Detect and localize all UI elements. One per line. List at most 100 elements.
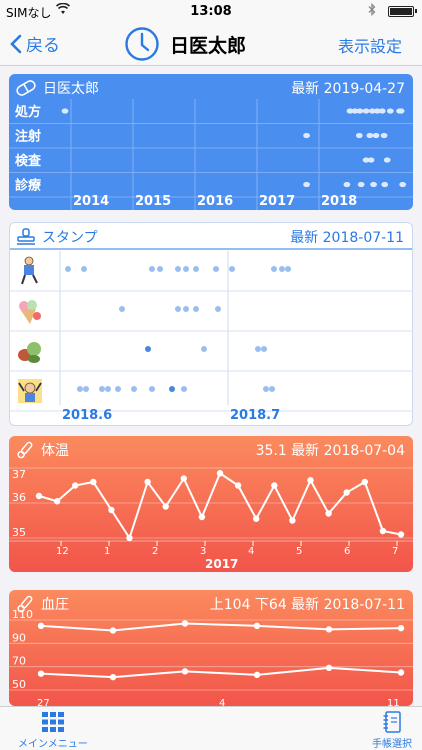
event-dot [303,132,310,139]
temp-point [361,478,368,486]
summary-card[interactable]: 処方 注射 検査 診療 2014 2015 2016 2017 2018 日医太郎 最新 201… [9,74,413,210]
blood-pressure-card[interactable]: 110 90 70 50 27 4 11 血圧 上104 下64 最新 2018-07-11 [9,590,413,706]
bp-point [253,671,261,679]
row-label-0: 処方 [14,104,41,120]
temp-point [271,482,278,489]
summary-card-header: 日医太郎 最新 2019-04-27 [9,74,413,98]
stamp-dot [169,386,175,392]
year-label: 2014 [73,194,109,209]
stamp-dot [81,266,87,272]
pill-icon [16,80,36,96]
event-dot [61,108,69,114]
stamp-dot [285,266,291,272]
temperature-card[interactable]: 37 36 35 12 1 2 3 4 5 6 7 2017 体温 35.1 最新 2018-07-0… [9,436,413,572]
status-bar: SIMなし 13:08 [0,0,422,22]
bp-point [325,626,333,633]
thermometer-icon [17,595,33,613]
navigation-bar: 戻る 日医太郎 表示設定 [0,22,422,66]
stamp-dot [193,306,199,312]
event-dot [355,132,363,139]
bp-point [181,668,189,675]
temp-x-tick: 12 [56,546,69,557]
grid-icon [41,712,64,732]
temperature-card-latest: 35.1 最新 2018-07-04 [255,443,405,459]
bp-x-tick: 11 [387,698,400,706]
event-dot [397,108,405,114]
summary-card-latest: 最新 2019-04-27 [291,81,405,97]
event-dot [378,108,386,114]
temperature-card-header: 体温 35.1 最新 2018-07-04 [9,436,413,460]
temp-point [379,527,387,535]
bp-point [37,670,45,677]
temp-point [144,478,151,486]
stamp-dot [131,386,137,392]
stamp-card[interactable]: 2018.6 2018.7 スタンプ 最新 2018-07-11 [9,222,413,426]
stamp-dot [99,386,105,392]
event-dot [367,157,375,163]
temp-point [180,475,187,482]
page-title: 日医太郎 [170,34,247,57]
back-button[interactable]: 戻る [10,31,60,56]
stamp-timeline: 2018.6 2018.7 [10,248,412,423]
nav-title-group: 日医太郎 [124,26,246,62]
stamp-dot [145,346,151,352]
summary-card-title: 日医太郎 [43,81,99,97]
stamp-dot [215,306,221,312]
bp-line-1 [40,666,402,679]
stamp-dot [175,306,181,312]
stamp-dot [149,386,155,392]
temp-point [72,482,79,489]
temp-point [307,477,314,484]
temp-point [325,510,332,517]
bp-point [397,669,405,676]
temp-point [216,470,224,477]
stamp-dot [115,386,121,392]
notebook-select-tab[interactable]: 手帳選択 [372,711,412,750]
event-dot [357,181,365,188]
bp-y-tick: 50 [12,678,26,691]
stamp-dot [255,346,261,352]
temp-x-tick: 7 [392,546,398,557]
bp-point [325,664,333,672]
temp-x-tick: 2 [152,546,158,557]
event-dot [303,181,310,188]
bp-line-0 [40,622,402,632]
bp-point [253,622,261,630]
temp-point [35,492,43,500]
row-label-3: 診療 [15,178,42,194]
temp-y-tick: 35 [12,526,26,539]
year-label: 2015 [135,194,171,209]
blood-pressure-card-title: 血圧 [41,597,69,613]
tab-bar: メインメニュー 手帳選択 [0,706,422,750]
stamp-dot [193,266,199,272]
bp-y-tick: 90 [12,631,26,644]
year-label: 2017 [259,194,295,209]
back-button-label: 戻る [26,36,60,56]
stamp-dot [157,266,163,272]
stamp-dot [77,386,83,392]
bp-point [109,627,117,634]
thermometer-icon [17,441,33,459]
event-dot [383,157,391,163]
month-label: 2018.6 [62,408,112,423]
event-dot [343,181,351,188]
temp-x-tick: 3 [200,546,206,557]
stamp-dot [65,266,71,272]
stamp-card-latest: 最新 2018-07-11 [290,230,404,246]
event-dot [372,132,380,139]
event-dot [381,181,389,188]
stamp-dot [229,266,235,272]
ice-cream-icon [19,300,41,324]
event-dot [370,181,377,188]
temp-point [397,531,405,538]
display-settings-button[interactable]: 表示設定 [338,33,402,57]
stamp-dot [181,386,187,392]
temp-point [198,513,206,521]
bp-point [181,620,189,627]
stamp-dot [213,266,219,272]
main-menu-tab[interactable]: メインメニュー [18,711,88,750]
stamp-dot [149,266,155,272]
stamp-dot [183,266,189,272]
notebook-icon [383,711,401,733]
row-label-2: 検査 [15,153,42,169]
